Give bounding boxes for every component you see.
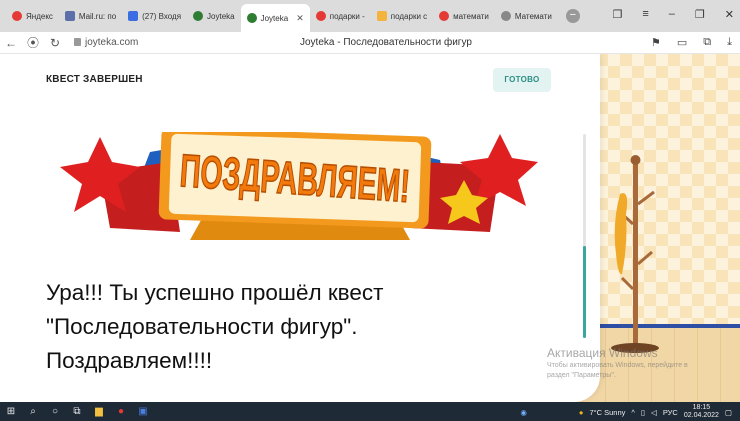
tab-gifts-1[interactable]: подарки - [310,4,371,28]
reload-icon[interactable]: ↻ [44,36,66,50]
url-field[interactable]: joyteka.com [74,37,138,48]
menu-icon[interactable]: ≡ [642,8,648,21]
new-tab-button[interactable]: − [565,9,580,23]
bookmark-icon[interactable]: ⚑ [651,36,661,49]
chevron-up-icon[interactable]: ^ [631,408,635,417]
tab-yandex[interactable]: Яндекс [6,4,59,28]
window-controls: ❐ ≡ – ❐ ✕ [612,8,734,21]
weather-text[interactable]: 7°C Sunny [589,408,625,417]
message-line: Ура!!! Ты успешно прошёл квест [46,280,384,305]
restore-icon[interactable]: ❐ [695,8,705,21]
message-line: Поздравляем!!!! [46,348,213,373]
done-button[interactable]: ГОТОВО [493,68,551,92]
joyteka-icon [246,13,257,23]
battery-icon[interactable]: ▭ [677,36,687,49]
lock-icon [74,38,81,47]
joyteka-icon [193,11,204,21]
clock[interactable]: 18:15 02.04.2022 [684,404,719,420]
extensions-icon[interactable]: ⧉ [703,36,711,49]
mailru-icon [64,11,75,21]
completion-message: Ура!!! Ты успешно прошёл квест "Последов… [46,276,546,378]
yandex-icon [439,11,450,21]
windows-start-icon[interactable]: ⊞ [0,406,22,417]
tab-math-2[interactable]: Математи [495,4,558,28]
back-icon[interactable]: ← [0,36,22,50]
scrollbar-thumb[interactable] [583,246,586,338]
protect-icon[interactable]: ⦿ [22,34,44,51]
address-bar: ← ⦿ ↻ joyteka.com Joyteka - Последовател… [0,32,740,54]
page-title: Joyteka - Последовательности фигур [300,37,472,48]
search-icon[interactable]: ⌕ [22,406,44,417]
address-bar-actions: ⚑ ▭ ⧉ ⤓ [651,36,732,49]
tab-joyteka-active[interactable]: Joyteka ✕ [240,4,310,32]
site-icon [500,11,511,21]
cortana-icon[interactable]: ○ [44,406,66,417]
yandex-icon [315,11,326,21]
volume-icon[interactable]: ◁ [651,408,657,417]
close-window-icon[interactable]: ✕ [725,8,734,21]
yandex-browser-icon[interactable]: ● [110,406,132,417]
tab-mailru[interactable]: Mail.ru: по [59,4,122,28]
word-icon[interactable]: ▣ [132,406,154,417]
taskbar: ⊞ ⌕ ○ ⧉ ▆ ● ▣ ◉ ● 7°C Sunny ^ ▯ ◁ РУС 18… [0,402,740,421]
minimize-icon[interactable]: – [669,8,675,21]
tab-inbox[interactable]: (27) Входя [122,4,187,28]
language-indicator[interactable]: РУС [663,408,678,417]
globe-icon[interactable]: ◉ [520,408,527,417]
quest-title: КВЕСТ ЗАВЕРШЕН [46,74,143,85]
windows-activation-watermark: Активация Windows Чтобы активировать Win… [547,346,688,379]
tab-strip: Яндекс Mail.ru: по (27) Входя Joyteka Jo… [0,0,740,32]
weather-icon[interactable]: ● [579,408,584,417]
close-tab-icon[interactable]: ✕ [296,13,304,24]
tab-math-1[interactable]: математи [433,4,495,28]
mail-icon [128,11,139,21]
download-icon[interactable]: ⤓ [727,36,732,49]
task-view-icon[interactable]: ⧉ [66,406,88,417]
tab-gifts-2[interactable]: подарки с [371,4,433,28]
system-tray: ◉ ● 7°C Sunny ^ ▯ ◁ РУС 18:15 02.04.2022… [520,404,732,420]
page-content: КВЕСТ ЗАВЕРШЕН ГОТОВО ПОЗДРАВЛЯЕМ! Ура!!… [0,54,740,402]
file-explorer-icon[interactable]: ▆ [88,406,110,417]
congratulations-banner: ПОЗДРАВЛЯЕМ! [60,132,538,240]
yandex-icon [12,11,22,21]
image-icon [376,11,387,21]
notifications-icon[interactable]: ▢ [725,408,732,417]
tab-joyteka-1[interactable]: Joyteka [187,4,241,28]
message-line: "Последовательности фигур". [46,314,358,339]
network-icon[interactable]: ▯ [641,408,645,417]
tabs-icon[interactable]: ❐ [612,8,622,21]
quest-panel: КВЕСТ ЗАВЕРШЕН ГОТОВО ПОЗДРАВЛЯЕМ! Ура!!… [0,54,600,402]
